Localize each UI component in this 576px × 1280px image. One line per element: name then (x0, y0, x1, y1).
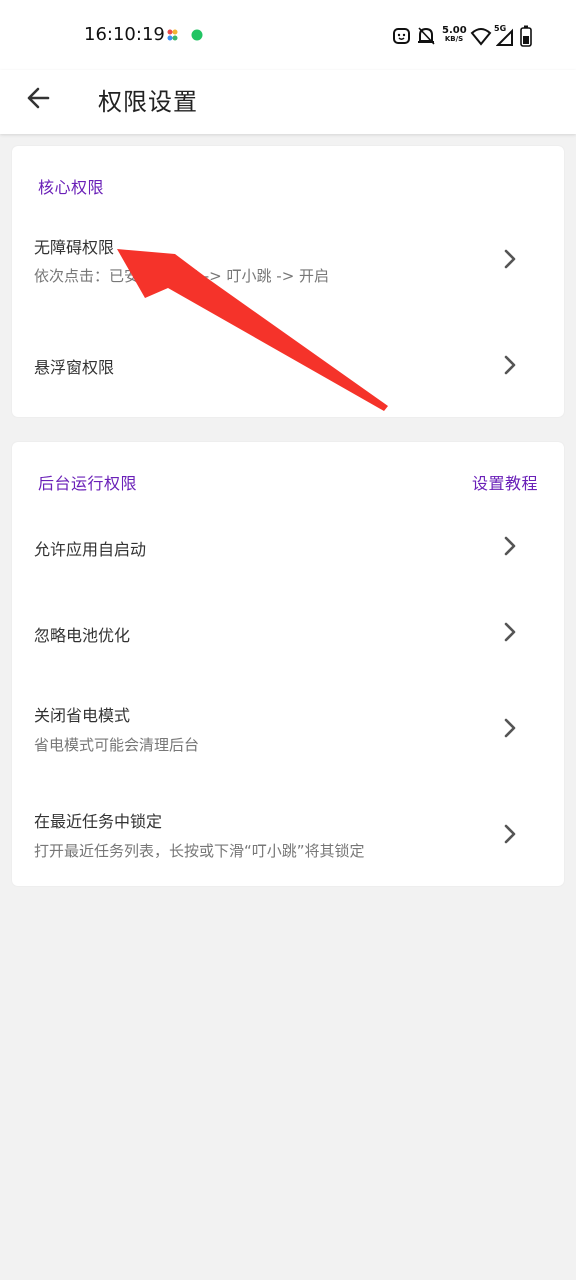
chevron-right-icon (504, 249, 516, 269)
battery-optimization-title: 忽略电池优化 (34, 626, 131, 645)
overlay-permission-title: 悬浮窗权限 (34, 358, 115, 377)
status-bar: 16:10:19 5.00 KB/S 5G (0, 0, 576, 70)
bell-off-icon (418, 27, 435, 45)
recent-tasks-lock-title: 在最近任务中锁定 (34, 812, 163, 831)
net-speed-value: 5.00 (442, 25, 467, 36)
accessibility-permission-title: 无障碍权限 (34, 238, 115, 257)
face-icon (393, 28, 410, 44)
top-app-bar: 权限设置 (0, 70, 576, 134)
chevron-right-icon (504, 355, 516, 375)
status-left-icons (166, 28, 206, 44)
chevron-right-icon (504, 824, 516, 844)
battery-icon (520, 25, 532, 47)
power-saving-row[interactable]: 关闭省电模式 省电模式可能会清理后台 (12, 688, 564, 772)
chevron-right-icon (504, 536, 516, 556)
arrow-left-icon (27, 87, 50, 109)
recent-tasks-lock-row[interactable]: 在最近任务中锁定 打开最近任务列表，长按或下滑“叮小跳”将其锁定 (12, 792, 564, 876)
power-saving-title: 关闭省电模式 (34, 706, 131, 725)
wifi-icon (470, 28, 492, 46)
battery-optimization-row[interactable]: 忽略电池优化 (12, 598, 564, 668)
net-speed: 5.00 KB/S (442, 25, 467, 44)
power-saving-subtitle: 省电模式可能会清理后台 (34, 736, 200, 754)
chevron-right-icon (504, 718, 516, 738)
status-right-icons: 5.00 KB/S 5G (392, 24, 542, 48)
setup-tutorial-link[interactable]: 设置教程 (472, 470, 538, 494)
status-time: 16:10:19 (84, 24, 165, 45)
accessibility-permission-row[interactable]: 无障碍权限 依次点击：已安装的服务 -> 叮小跳 -> 开启 (12, 216, 564, 300)
core-permissions-card: 核心权限 无障碍权限 依次点击：已安装的服务 -> 叮小跳 -> 开启 悬浮窗权… (12, 146, 564, 417)
auto-start-title: 允许应用自启动 (34, 540, 147, 559)
background-permissions-section-title: 后台运行权限 (38, 474, 138, 493)
background-permissions-card: 后台运行权限 设置教程 允许应用自启动 忽略电池优化 关闭省电模式 省电模式可能… (12, 442, 564, 886)
net-speed-unit: KB/S (444, 35, 464, 43)
signal-icon (496, 28, 513, 46)
chevron-right-icon (504, 622, 516, 642)
accessibility-permission-subtitle: 依次点击：已安装的服务 -> 叮小跳 -> 开启 (34, 267, 330, 285)
overlay-permission-row[interactable]: 悬浮窗权限 (12, 326, 564, 402)
auto-start-row[interactable]: 允许应用自启动 (12, 512, 564, 582)
back-button[interactable] (20, 78, 60, 118)
wechat-icon (191, 29, 203, 41)
page-title: 权限设置 (98, 88, 198, 116)
recent-tasks-lock-subtitle: 打开最近任务列表，长按或下滑“叮小跳”将其锁定 (34, 842, 365, 860)
core-permissions-section-title: 核心权限 (38, 178, 105, 197)
